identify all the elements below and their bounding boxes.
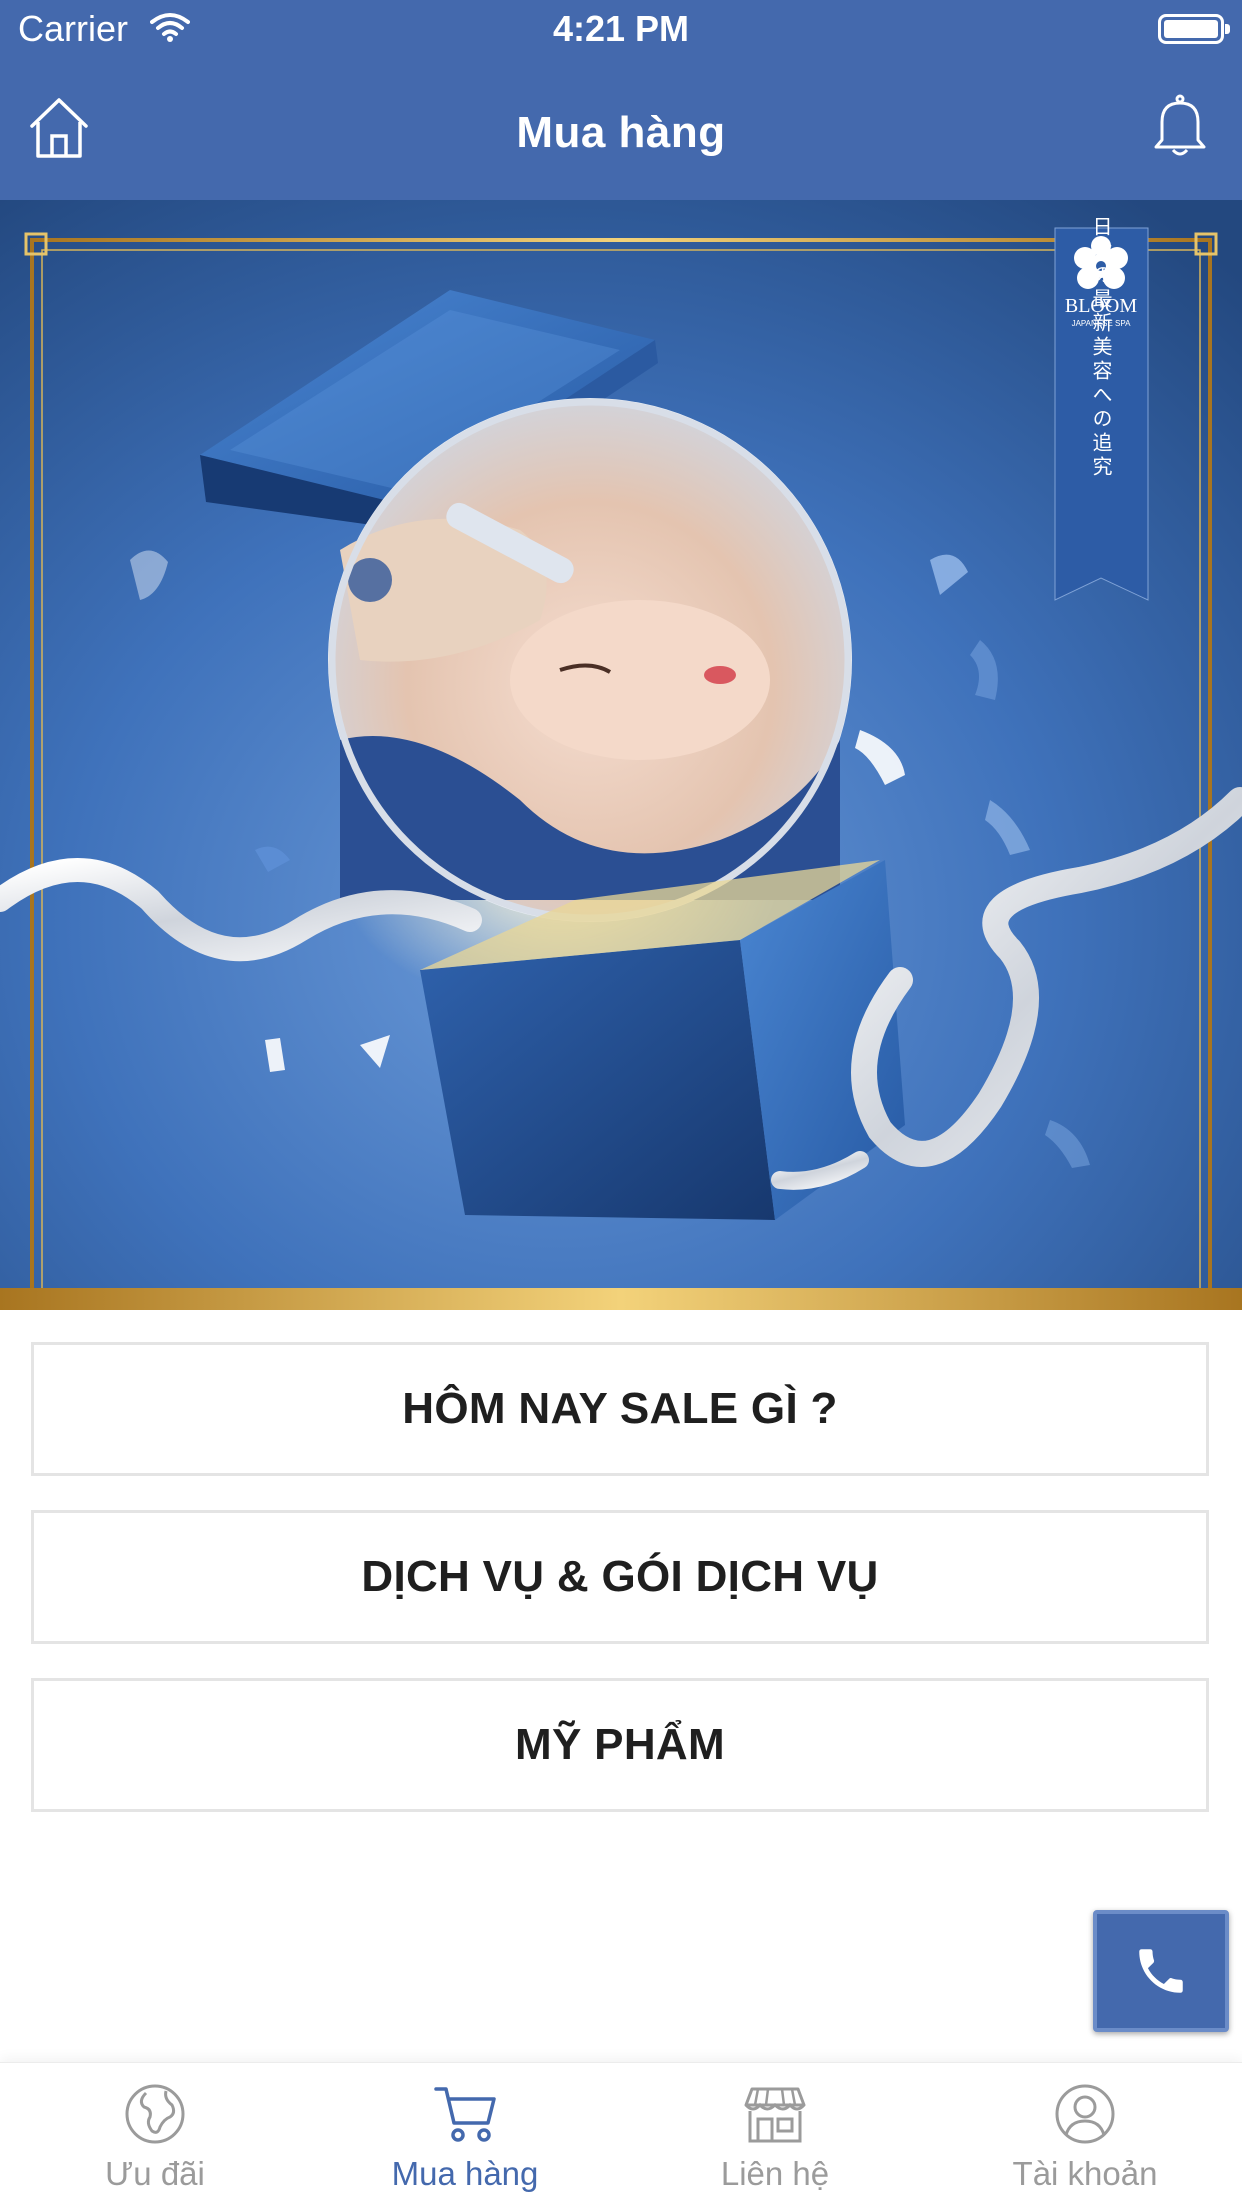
tab-label: Liên hệ [720, 2155, 830, 2192]
call-button[interactable] [1093, 1910, 1229, 2032]
tab-contact[interactable]: Liên hệ [620, 2063, 930, 2209]
globe-icon [125, 2084, 185, 2144]
menu-item-services[interactable]: DỊCH VỤ & GÓI DỊCH VỤ [31, 1510, 1209, 1644]
tab-shop[interactable]: Mua hàng [310, 2063, 620, 2209]
menu-item-cosmetics[interactable]: MỸ PHẨM [31, 1678, 1209, 1812]
brand-vertical-text: 日本の最新美容への追究 [1089, 216, 1113, 480]
promo-banner[interactable]: BLOOM JAPANESE SPA 日本の最新美容への追究 [0, 200, 1242, 1310]
menu-item-label: MỸ PHẨM [515, 1720, 725, 1769]
cart-icon [434, 2087, 496, 2142]
menu-item-today-sale[interactable]: HÔM NAY SALE GÌ ? [31, 1342, 1209, 1476]
tab-label: Ưu đãi [105, 2155, 205, 2192]
bell-icon[interactable] [1152, 94, 1208, 160]
battery-icon [1158, 14, 1230, 44]
clock: 4:21 PM [552, 8, 690, 49]
tab-label: Tài khoản [1012, 2155, 1158, 2192]
menu-item-label: HÔM NAY SALE GÌ ? [402, 1384, 838, 1433]
phone-icon [1139, 1949, 1183, 1993]
page-title: Mua hàng [516, 108, 726, 157]
status-bar: Carrier 4:21 PM [0, 0, 1242, 60]
brand-ribbon: BLOOM JAPANESE SPA 日本の最新美容への追究 [1054, 216, 1149, 601]
tab-label: Mua hàng [391, 2155, 539, 2192]
nav-bar: Mua hàng [0, 60, 1242, 200]
tab-bar: Ưu đãi Mua hàng Liên hệ Tài khoản [0, 2062, 1242, 2209]
store-icon [744, 2087, 806, 2143]
menu-item-label: DỊCH VỤ & GÓI DỊCH VỤ [361, 1552, 879, 1601]
spa-treatment-photo [328, 398, 852, 922]
banner-artwork: BLOOM JAPANESE SPA 日本の最新美容への追究 [0, 200, 1242, 1310]
tab-offers[interactable]: Ưu đãi [0, 2063, 310, 2209]
user-icon [1055, 2084, 1115, 2144]
tab-account[interactable]: Tài khoản [930, 2063, 1240, 2209]
